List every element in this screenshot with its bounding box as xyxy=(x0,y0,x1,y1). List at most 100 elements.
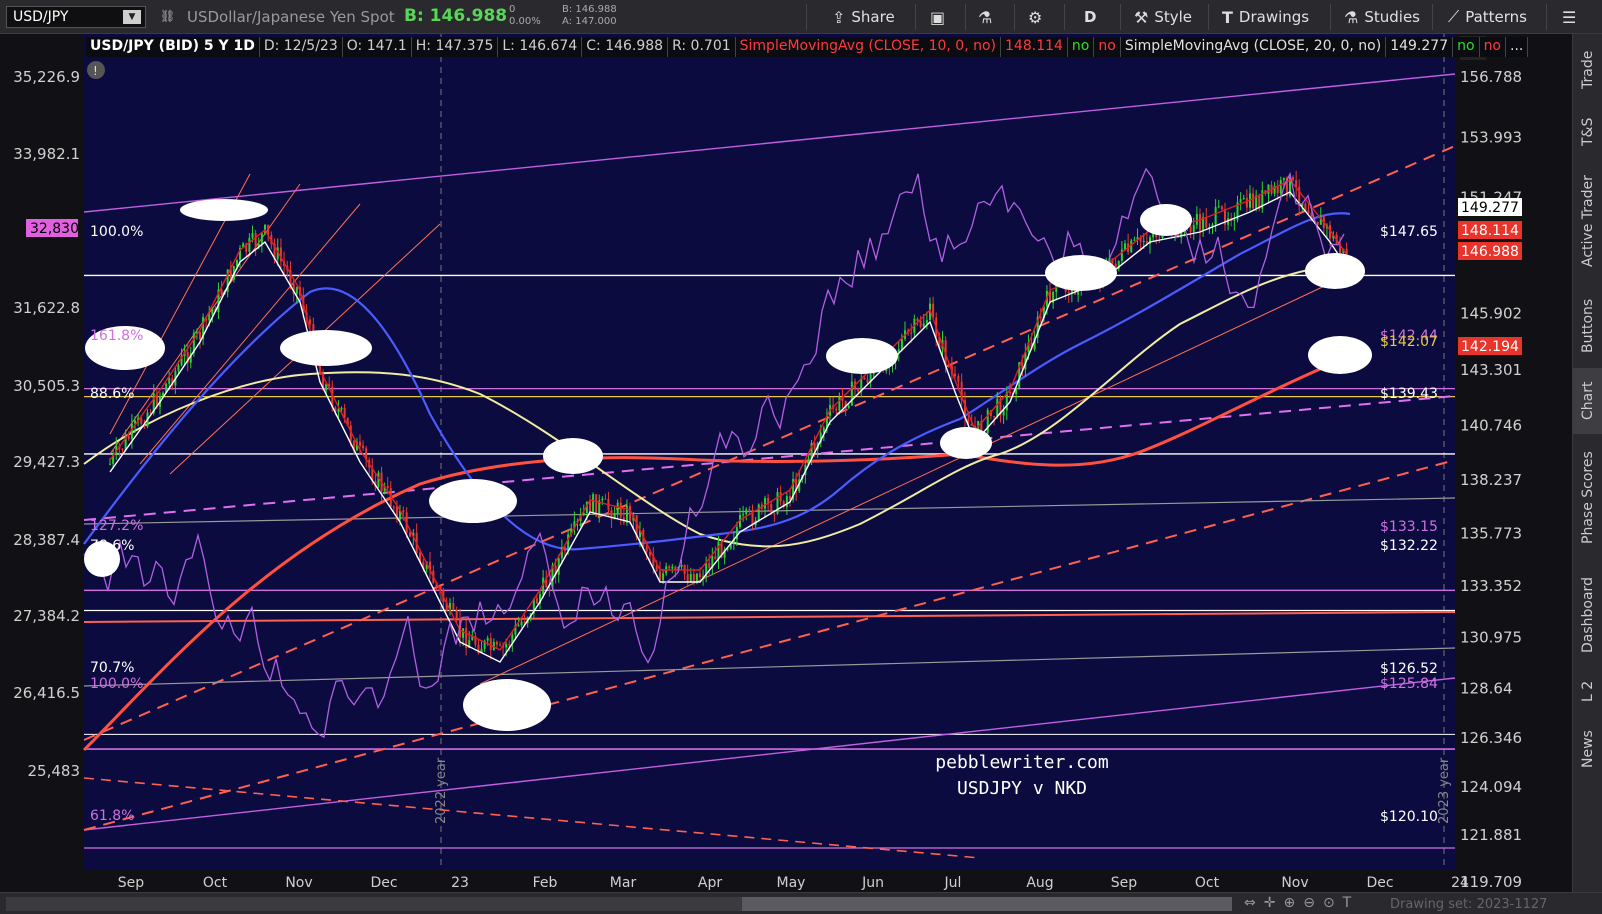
left-axis-tick: 35,226.9 xyxy=(13,68,80,86)
candle-body xyxy=(489,638,492,651)
candle-body xyxy=(455,609,458,619)
crosshair-icon[interactable]: ✛ xyxy=(1264,895,1276,911)
settings-button[interactable]: ⚙ xyxy=(1028,6,1042,28)
time-axis-tick: Feb xyxy=(533,875,558,891)
chart-area[interactable]: 35,226.9 33,982.1 31,622.8 30,505.3 29,427.3… xyxy=(0,34,1572,892)
candle-body xyxy=(986,410,989,434)
candle-body xyxy=(714,556,717,560)
candle-body xyxy=(629,506,631,521)
right-axis-tick: 138.237 xyxy=(1460,471,1522,489)
chart-canvas[interactable]: 35,226.9 33,982.1 31,622.8 30,505.3 29,427.3… xyxy=(0,34,1572,892)
highlight-ellipse xyxy=(826,338,898,374)
candle-body xyxy=(505,643,508,648)
level-label: $139.43 xyxy=(1380,386,1438,402)
candle-body xyxy=(520,621,523,626)
left-axis-tick: 31,622.8 xyxy=(13,299,80,317)
highlight-ellipse xyxy=(1308,336,1372,374)
patterns-button[interactable]: ⟋ Patterns xyxy=(1448,6,1527,28)
share-button[interactable]: ⇪ Share xyxy=(832,6,895,28)
tab-news[interactable]: News xyxy=(1573,714,1602,784)
candle-body xyxy=(645,546,648,552)
tab-active-trader[interactable]: Active Trader xyxy=(1573,158,1602,284)
drawings-button[interactable]: T Drawings xyxy=(1222,6,1309,28)
legend-high: H: 147.375 xyxy=(411,37,499,57)
candle-body xyxy=(452,603,455,610)
menu-button[interactable]: ☰ xyxy=(1562,6,1576,28)
legend-sma20[interactable]: SimpleMovingAvg (CLOSE, 20, 0, no) xyxy=(1120,37,1387,57)
level-label: $120.10 xyxy=(1380,809,1438,825)
highlight-ellipse xyxy=(1305,253,1365,289)
legend-no-2: no xyxy=(1094,37,1121,57)
annotation-line-2: USDJPY v NKD xyxy=(957,778,1087,799)
fib-label: 61.8% xyxy=(90,808,134,824)
tab-dashboard[interactable]: Dashboard xyxy=(1573,562,1602,668)
candle-body xyxy=(708,563,711,569)
camera-icon: ▣ xyxy=(930,7,946,27)
highlight-ellipse xyxy=(180,199,268,221)
legend-more[interactable]: ... xyxy=(1506,37,1529,57)
tab-time-and-sales[interactable]: T&S xyxy=(1573,106,1602,158)
tab-trade[interactable]: Trade xyxy=(1573,34,1602,106)
candle-body xyxy=(462,628,465,638)
candle-body xyxy=(127,436,130,440)
fib-label: 78.6% xyxy=(90,538,134,554)
right-axis-tick: 135.773 xyxy=(1460,524,1522,542)
price-tag-text: 146.988 xyxy=(1461,244,1519,260)
candle-body xyxy=(900,338,903,350)
scrollbar-thumb[interactable] xyxy=(742,897,1232,911)
candle-body xyxy=(1189,226,1192,232)
time-axis-tick: 24 xyxy=(1451,875,1469,891)
candle-body xyxy=(1039,316,1042,319)
legend-sma10[interactable]: SimpleMovingAvg (CLOSE, 10, 0, no) xyxy=(735,37,1002,57)
zoom-reset-icon[interactable]: ⊙ xyxy=(1323,895,1335,911)
side-tabs: Trade T&S Active Trader Buttons Chart Ph… xyxy=(1572,34,1602,892)
candle-body xyxy=(671,566,674,569)
legend-sma20-value: 149.277 xyxy=(1386,37,1454,57)
text-tool-icon[interactable]: T xyxy=(1343,895,1352,911)
tab-phase-scores[interactable]: Phase Scores xyxy=(1573,434,1602,562)
candle-body xyxy=(773,513,776,515)
legend-no-1: no xyxy=(1067,37,1095,57)
tab-level-2[interactable]: L 2 xyxy=(1573,668,1602,714)
symbol-selector[interactable]: USD/JPY ▼ xyxy=(6,6,146,28)
candle-body xyxy=(1217,206,1220,208)
candle-body xyxy=(140,417,143,425)
time-axis-tick: Aug xyxy=(1026,875,1053,891)
studies-button[interactable]: ⚗ Studies xyxy=(1344,6,1420,28)
highlight-ellipse xyxy=(940,427,992,459)
candle-body xyxy=(1220,206,1223,210)
candle-body xyxy=(211,308,214,315)
highlight-ellipse xyxy=(429,479,517,523)
tab-chart[interactable]: Chart xyxy=(1573,368,1602,434)
share-icon: ⇪ xyxy=(832,7,846,27)
screenshot-button[interactable]: ▣ xyxy=(930,6,945,28)
aggregation-button[interactable]: D xyxy=(1084,6,1096,28)
bid-ask-readout: B: 146.988 A: 147.000 xyxy=(562,4,617,27)
tab-buttons[interactable]: Buttons xyxy=(1573,284,1602,368)
candle-body xyxy=(1195,213,1198,225)
candle-body xyxy=(910,332,913,334)
chevron-down-icon[interactable]: ▼ xyxy=(123,10,141,24)
candle-body xyxy=(655,566,658,572)
candle-body xyxy=(1158,237,1161,239)
zoom-in-icon[interactable]: ⊕ xyxy=(1283,895,1295,911)
link-icon[interactable]: ⛓ xyxy=(160,9,175,23)
candle-body xyxy=(957,376,960,382)
style-button[interactable]: ⚒ Style xyxy=(1134,6,1192,28)
zoom-out-icon[interactable]: ⊖ xyxy=(1303,895,1315,911)
level-label: $132.22 xyxy=(1380,538,1438,554)
plot-background xyxy=(84,34,1455,870)
candle-body xyxy=(359,441,361,446)
flask-button[interactable]: ⚗ xyxy=(978,6,992,28)
expand-icon[interactable]: ⇔ xyxy=(1244,895,1256,911)
time-axis-tick: Oct xyxy=(203,875,228,891)
candle-body xyxy=(757,504,760,521)
time-axis-tick: Dec xyxy=(1366,875,1393,891)
legend-sma10-value: 148.114 xyxy=(1001,37,1068,57)
candle-body xyxy=(340,407,343,410)
candle-body xyxy=(616,502,619,514)
candle-body xyxy=(764,498,766,509)
gear-icon: ⚙ xyxy=(1028,7,1043,27)
candle-body xyxy=(689,574,692,582)
candle-body xyxy=(1067,291,1070,294)
